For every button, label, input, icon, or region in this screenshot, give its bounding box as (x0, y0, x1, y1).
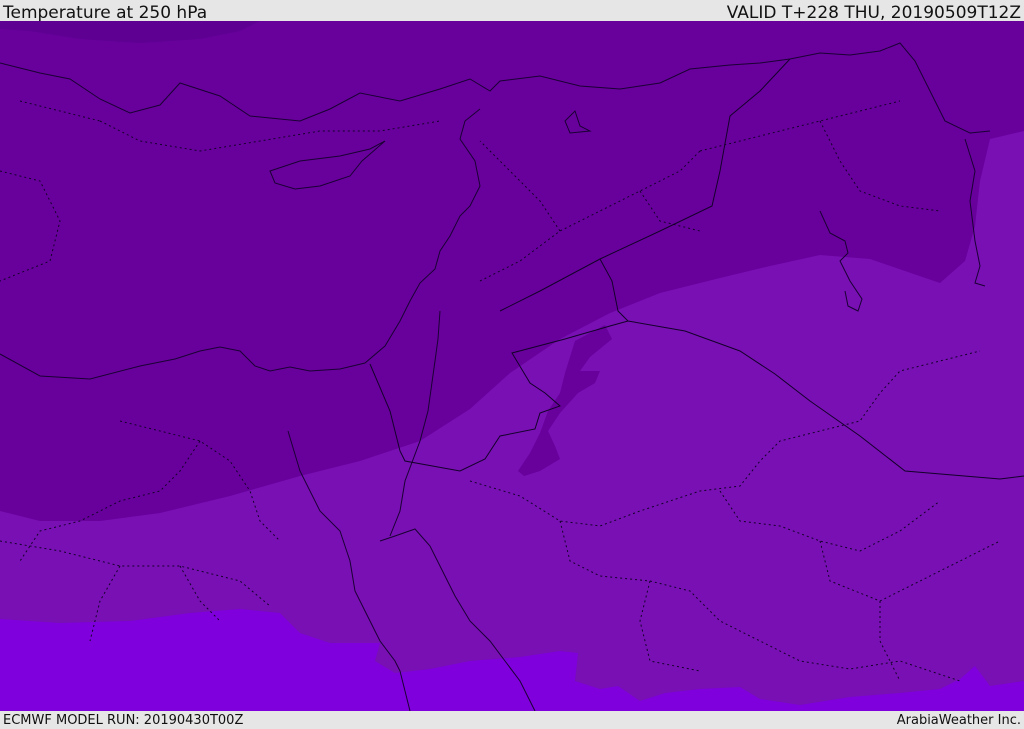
valid-time-label: VALID T+228 THU, 20190509T12Z (726, 3, 1021, 23)
header-bar: Temperature at 250 hPa VALID T+228 THU, … (0, 0, 1024, 22)
model-run-label: ECMWF MODEL RUN: 20190430T00Z (3, 713, 244, 728)
map-frame: Temperature at 250 hPa VALID T+228 THU, … (0, 0, 1024, 729)
footer-bar: ECMWF MODEL RUN: 20190430T00Z ArabiaWeat… (0, 711, 1024, 729)
map-title: Temperature at 250 hPa (3, 3, 208, 23)
temperature-map[interactable] (0, 21, 1024, 711)
credit-label: ArabiaWeather Inc. (896, 713, 1021, 728)
